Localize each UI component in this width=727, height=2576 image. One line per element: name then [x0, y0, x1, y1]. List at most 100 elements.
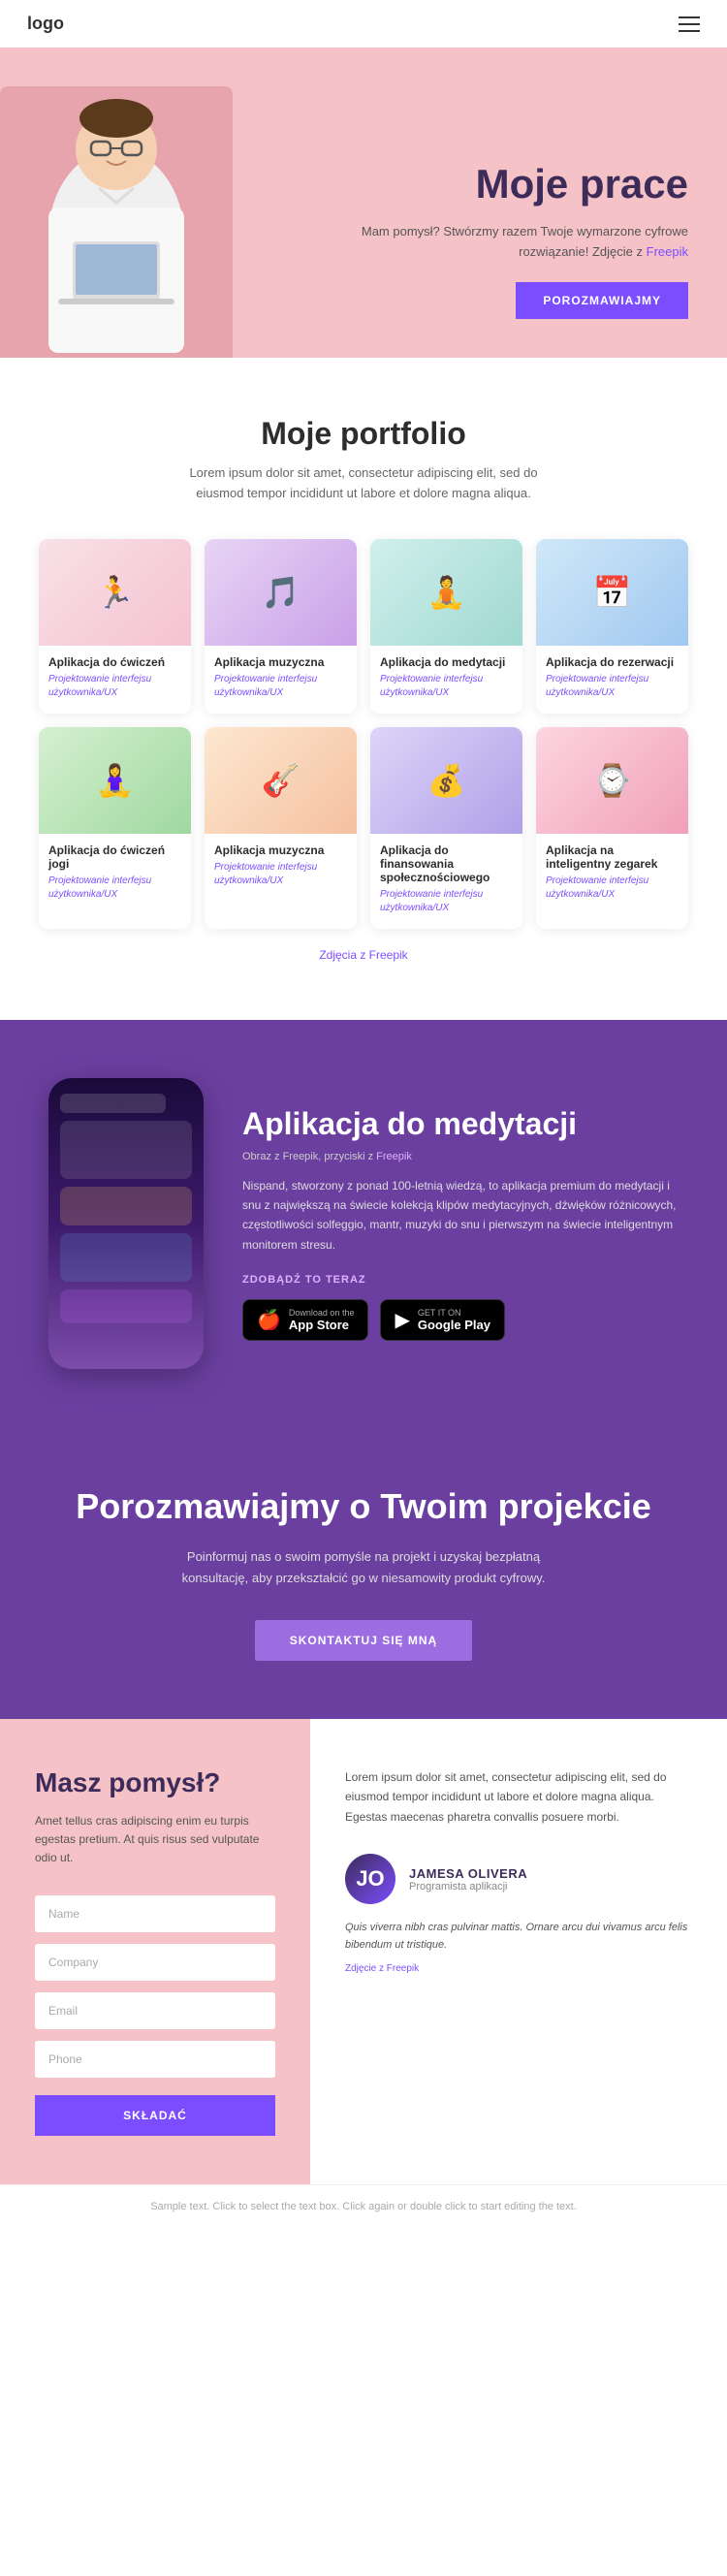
person-svg — [19, 91, 213, 353]
portfolio-card-subtitle: Projektowanie interfejsu użytkownika/UX — [380, 673, 513, 700]
freepik-link[interactable]: Freepik — [647, 244, 688, 259]
form-description: Amet tellus cras adipiscing enim eu turp… — [35, 1812, 275, 1868]
apple-icon: 🍎 — [257, 1308, 281, 1332]
email-input[interactable] — [35, 1992, 275, 2029]
portfolio-card-image: 🧘‍♀️ — [39, 727, 191, 834]
portfolio-card-body: Aplikacja muzyczna Projektowanie interfe… — [205, 646, 357, 714]
portfolio-card[interactable]: 🏃 Aplikacja do ćwiczeń Projektowanie int… — [39, 539, 191, 714]
portfolio-card-title: Aplikacja do rezerwacji — [546, 655, 679, 669]
contact-section: Porozmawiajmy o Twoim projekcie Poinform… — [0, 1427, 727, 1719]
portfolio-card-subtitle: Projektowanie interfejsu użytkownika/UX — [546, 673, 679, 700]
contact-description: Poinformuj nas o swoim pomyśle na projek… — [179, 1546, 548, 1589]
portfolio-grid: 🏃 Aplikacja do ćwiczeń Projektowanie int… — [39, 539, 688, 929]
portfolio-card-subtitle: Projektowanie interfejsu użytkownika/UX — [214, 861, 347, 888]
portfolio-card-image: 💰 — [370, 727, 522, 834]
phone-card-4 — [60, 1289, 192, 1323]
portfolio-freepik-caption: Zdjęcia z Freepik — [39, 948, 688, 962]
portfolio-card-body: Aplikacja do finansowania społecznościow… — [370, 834, 522, 929]
portfolio-description: Lorem ipsum dolor sit amet, consectetur … — [170, 463, 557, 504]
portfolio-card[interactable]: 🎵 Aplikacja muzyczna Projektowanie inter… — [205, 539, 357, 714]
portfolio-title: Moje portfolio — [39, 416, 688, 452]
hero-text-block: Moje prace Mam pomysł? Stwórzmy razem Tw… — [359, 162, 688, 358]
portfolio-card[interactable]: 📅 Aplikacja do rezerwacji Projektowanie … — [536, 539, 688, 714]
meditation-section: Aplikacja do medytacji Obraz z Freepik, … — [0, 1020, 727, 1427]
app-store-button[interactable]: 🍎 Download on the App Store — [242, 1299, 368, 1341]
phone-screen — [48, 1078, 204, 1369]
meditation-title: Aplikacja do medytacji — [242, 1105, 679, 1142]
meditation-description: Nispand, stworzony z ponad 100-letnią wi… — [242, 1176, 679, 1256]
portfolio-card-body: Aplikacja do rezerwacji Projektowanie in… — [536, 646, 688, 714]
testimonial-freepik-caption: Zdjęcie z Freepik — [345, 1963, 692, 1974]
portfolio-card-image: ⌚ — [536, 727, 688, 834]
portfolio-card[interactable]: 🧘 Aplikacja do medytacji Projektowanie i… — [370, 539, 522, 714]
hamburger-line2 — [679, 23, 700, 25]
google-play-small-text: GET IT ON — [418, 1308, 490, 1318]
portfolio-card-image: 📅 — [536, 539, 688, 646]
testimonial-author: JO JAMESA OLIVERA Programista aplikacji — [345, 1854, 692, 1904]
hero-section: Moje prace Mam pomysł? Stwórzmy razem Tw… — [0, 48, 727, 358]
google-play-icon: ▶ — [395, 1308, 409, 1332]
portfolio-card-title: Aplikacja do finansowania społecznościow… — [380, 843, 513, 884]
form-submit-button[interactable]: SKŁADAĆ — [35, 2095, 275, 2136]
portfolio-card[interactable]: 🎸 Aplikacja muzyczna Projektowanie inter… — [205, 727, 357, 929]
company-input[interactable] — [35, 1944, 275, 1981]
app-store-text: Download on the App Store — [289, 1308, 355, 1332]
portfolio-card-body: Aplikacja do ćwiczeń Projektowanie inter… — [39, 646, 191, 714]
form-testimonial-section: Masz pomysł? Amet tellus cras adipiscing… — [0, 1719, 727, 2184]
hamburger-menu[interactable] — [679, 16, 700, 32]
testimonial-text: Lorem ipsum dolor sit amet, consectetur … — [345, 1767, 692, 1827]
hero-title: Moje prace — [359, 162, 688, 207]
footer-note: Sample text. Click to select the text bo… — [0, 2184, 727, 2228]
phone-top-bar — [60, 1094, 166, 1113]
store-buttons: 🍎 Download on the App Store ▶ GET IT ON … — [242, 1299, 679, 1341]
portfolio-card-body: Aplikacja do medytacji Projektowanie int… — [370, 646, 522, 714]
meditation-image-caption: Obraz z Freepik, przyciski z Freepik — [242, 1151, 679, 1162]
hero-description: Mam pomysł? Stwórzmy razem Twoje wymarzo… — [359, 222, 688, 263]
testimonial-quote: Quis viverra nibh cras pulvinar mattis. … — [345, 1920, 692, 1954]
hero-cta-button[interactable]: POROZMAWIAJMY — [516, 282, 688, 319]
testimonial-block: Lorem ipsum dolor sit amet, consectetur … — [310, 1719, 727, 2184]
header: logo — [0, 0, 727, 48]
portfolio-card-title: Aplikacja muzyczna — [214, 655, 347, 669]
meditation-content-block: Aplikacja do medytacji Obraz z Freepik, … — [242, 1105, 679, 1341]
hamburger-line3 — [679, 30, 700, 32]
meditation-cta-label: ZDOBĄDŹ TO TERAZ — [242, 1274, 679, 1286]
portfolio-card-subtitle: Projektowanie interfejsu użytkownika/UX — [48, 673, 181, 700]
app-store-label: App Store — [289, 1318, 355, 1332]
hamburger-line1 — [679, 16, 700, 18]
portfolio-card[interactable]: 🧘‍♀️ Aplikacja do ćwiczeń jogi Projektow… — [39, 727, 191, 929]
portfolio-card-title: Aplikacja do ćwiczeń — [48, 655, 181, 669]
portfolio-card-subtitle: Projektowanie interfejsu użytkownika/UX — [380, 888, 513, 915]
name-input[interactable] — [35, 1895, 275, 1932]
portfolio-card[interactable]: ⌚ Aplikacja na inteligentny zegarek Proj… — [536, 727, 688, 929]
portfolio-card-subtitle: Projektowanie interfejsu użytkownika/UX — [48, 875, 181, 902]
portfolio-card-subtitle: Projektowanie interfejsu użytkownika/UX — [546, 875, 679, 902]
hero-person-placeholder — [0, 86, 233, 358]
phone-input[interactable] — [35, 2041, 275, 2078]
testimonial-role: Programista aplikacji — [409, 1881, 527, 1892]
contact-button[interactable]: SKONTAKTUJ SIĘ MNĄ — [255, 1620, 472, 1661]
google-play-text: GET IT ON Google Play — [418, 1308, 490, 1332]
meditation-freepik-link[interactable]: Freepik — [376, 1151, 412, 1162]
portfolio-card-title: Aplikacja muzyczna — [214, 843, 347, 857]
portfolio-card-image: 🎸 — [205, 727, 357, 834]
form-block: Masz pomysł? Amet tellus cras adipiscing… — [0, 1719, 310, 2184]
portfolio-card-body: Aplikacja muzyczna Projektowanie interfe… — [205, 834, 357, 902]
google-play-label: Google Play — [418, 1318, 490, 1332]
portfolio-card-title: Aplikacja do medytacji — [380, 655, 513, 669]
portfolio-card-body: Aplikacja do ćwiczeń jogi Projektowanie … — [39, 834, 191, 915]
google-play-button[interactable]: ▶ GET IT ON Google Play — [380, 1299, 505, 1341]
portfolio-card-title: Aplikacja do ćwiczeń jogi — [48, 843, 181, 871]
testimonial-info: JAMESA OLIVERA Programista aplikacji — [409, 1866, 527, 1892]
form-title: Masz pomysł? — [35, 1767, 275, 1798]
app-store-small-text: Download on the — [289, 1308, 355, 1318]
portfolio-card-image: 🎵 — [205, 539, 357, 646]
portfolio-card[interactable]: 💰 Aplikacja do finansowania społeczności… — [370, 727, 522, 929]
phone-card-2 — [60, 1187, 192, 1225]
portfolio-card-image: 🏃 — [39, 539, 191, 646]
phone-card-1 — [60, 1121, 192, 1179]
portfolio-card-subtitle: Projektowanie interfejsu użytkownika/UX — [214, 673, 347, 700]
hero-image — [0, 86, 252, 358]
footer-sample-text: Sample text. Click to select the text bo… — [150, 2201, 577, 2212]
logo: logo — [27, 14, 64, 34]
